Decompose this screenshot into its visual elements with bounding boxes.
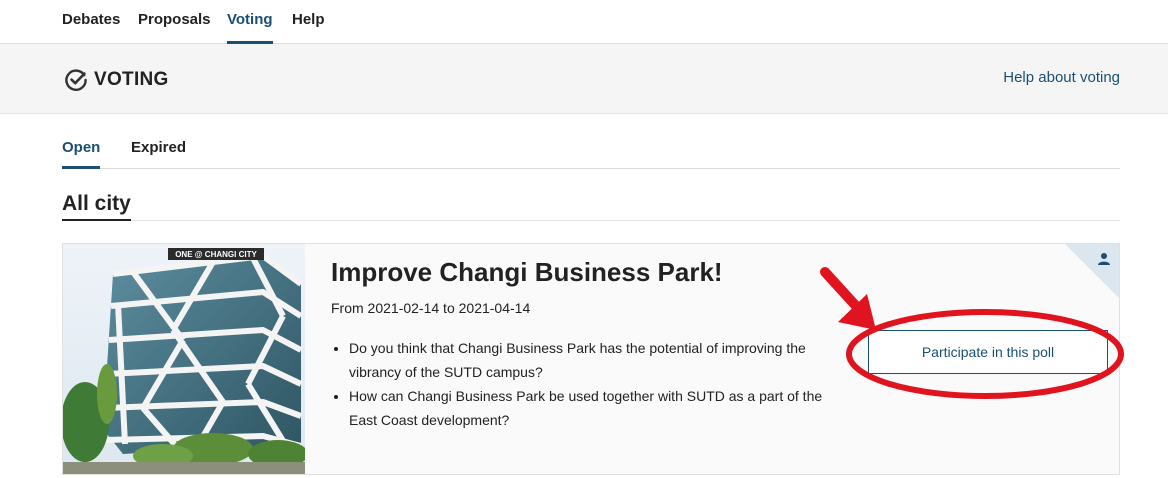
poll-details: Improve Changi Business Park! From 2021-… [331, 256, 831, 432]
section-all-city: All city [62, 190, 1120, 221]
user-icon [1098, 253, 1110, 265]
main-nav: Debates Proposals Voting Help [0, 0, 1168, 44]
section-title: All city [62, 191, 131, 221]
nav-item-help[interactable]: Help [292, 10, 325, 44]
poll-question: Do you think that Changi Business Park h… [349, 336, 831, 384]
nav-item-proposals[interactable]: Proposals [138, 10, 211, 44]
nav-item-voting[interactable]: Voting [227, 10, 273, 44]
poll-tabs: Open Expired [62, 114, 1120, 169]
poll-question: How can Changi Business Park be used tog… [349, 384, 831, 432]
poll-card: ONE @ CHANGI CITY Improve Changi Busines… [62, 243, 1120, 475]
poll-dates: From 2021-02-14 to 2021-04-14 [331, 300, 531, 316]
tab-expired[interactable]: Expired [131, 138, 186, 169]
poll-image: ONE @ CHANGI CITY [63, 244, 305, 474]
poll-title[interactable]: Improve Changi Business Park! [331, 256, 831, 288]
help-about-voting-link[interactable]: Help about voting [1003, 68, 1120, 88]
tab-open[interactable]: Open [62, 138, 101, 169]
check-circle-icon [65, 69, 87, 91]
building-sign: ONE @ CHANGI CITY [175, 250, 257, 259]
poll-question-list: Do you think that Changi Business Park h… [331, 336, 831, 432]
participate-button[interactable]: Participate in this poll [868, 330, 1108, 374]
nav-item-debates[interactable]: Debates [62, 10, 120, 44]
page-header: VOTING Help about voting [0, 44, 1168, 114]
page-title: VOTING [94, 69, 169, 90]
